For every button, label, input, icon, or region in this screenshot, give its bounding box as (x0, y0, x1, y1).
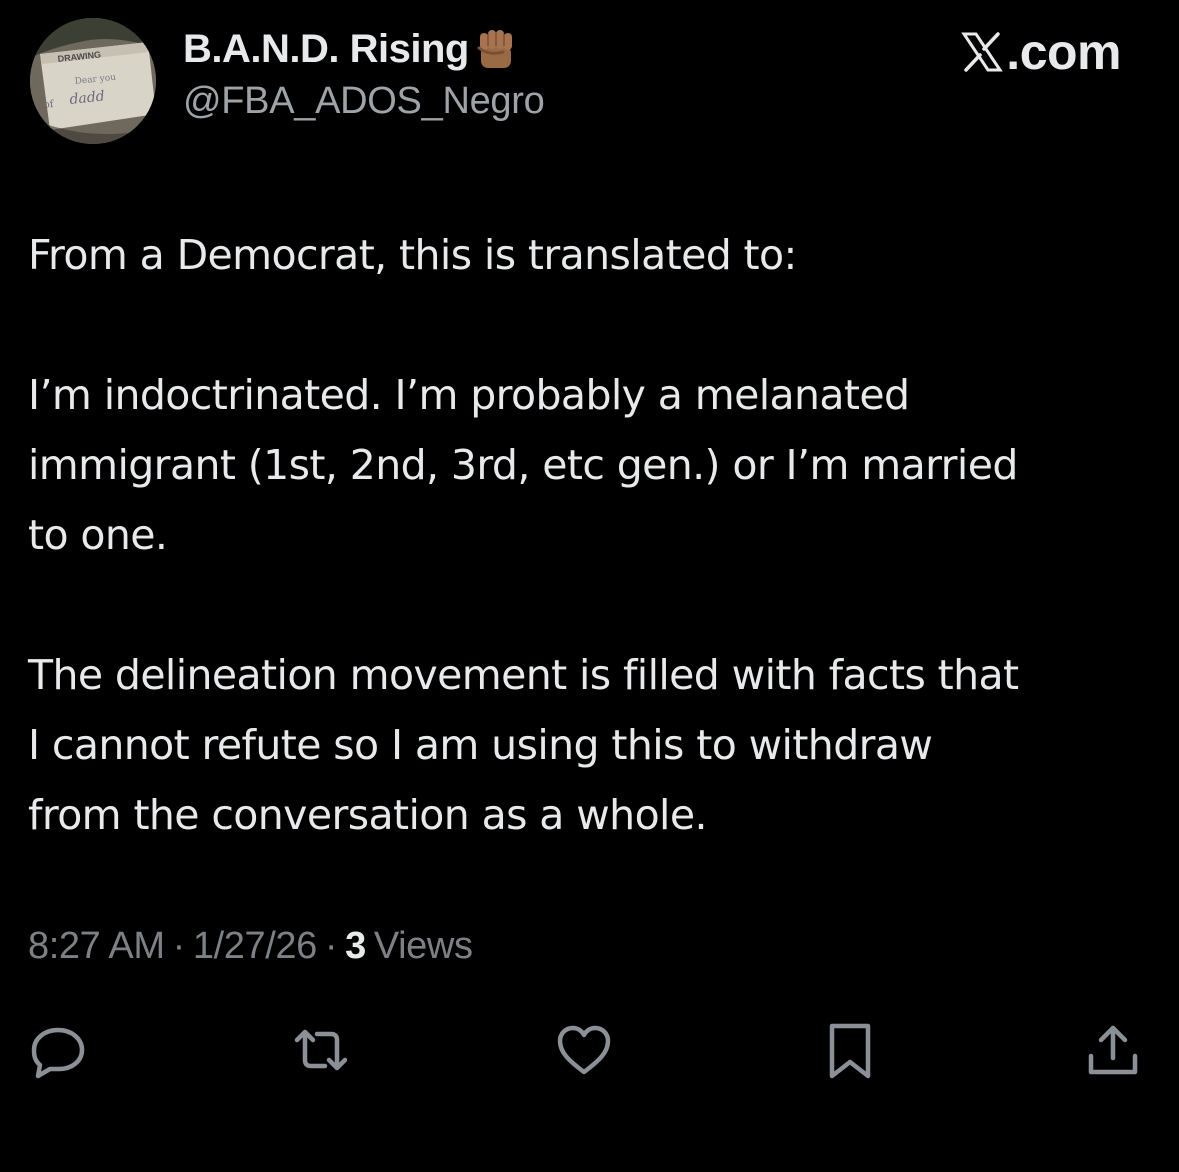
views-count[interactable]: 3 (345, 925, 366, 968)
brand-label: .com (1006, 24, 1121, 80)
share-button[interactable] (1081, 1018, 1145, 1082)
author-name-row[interactable]: B.A.N.D. Rising (183, 24, 519, 74)
heart-icon (557, 1025, 611, 1075)
display-name[interactable]: B.A.N.D. Rising (183, 27, 469, 72)
like-button[interactable] (552, 1018, 616, 1082)
avatar-image: DRAWING Dear you dadd of (30, 18, 156, 144)
tweet-date[interactable]: 1/27/26 (193, 925, 317, 968)
bookmark-icon (829, 1023, 871, 1079)
action-bar (0, 1010, 1179, 1090)
repost-icon (294, 1029, 348, 1071)
reply-button[interactable] (26, 1018, 90, 1082)
share-icon (1088, 1025, 1138, 1075)
author-handle[interactable]: @FBA_ADOS_Negro (183, 80, 545, 123)
meta-separator: · (172, 924, 186, 967)
tweet-header: DRAWING Dear you dadd of B.A.N.D. Rising… (0, 0, 1179, 170)
tweet-paragraph: From a Democrat, this is translated to: (28, 231, 797, 279)
tweet-time[interactable]: 8:27 AM (28, 925, 165, 968)
x-logo-icon (961, 32, 1004, 72)
bookmark-button[interactable] (818, 1018, 882, 1082)
repost-button[interactable] (289, 1018, 353, 1082)
avatar[interactable]: DRAWING Dear you dadd of (30, 18, 156, 144)
views-label[interactable]: Views (374, 925, 473, 968)
tweet-paragraph: I’m indoctrinated. I’m probably a melana… (28, 371, 1018, 559)
raised-fist-icon (473, 26, 519, 72)
reply-icon (31, 1027, 85, 1079)
meta-separator: · (324, 924, 338, 967)
tweet-paragraph: The delineation movement is filled with … (28, 651, 1019, 839)
brand-watermark: .com (960, 24, 1121, 80)
tweet-metadata: 8:27 AM · 1/27/26 · 3 Views (28, 918, 473, 974)
tweet-text: From a Democrat, this is translated to: … (28, 220, 1158, 850)
